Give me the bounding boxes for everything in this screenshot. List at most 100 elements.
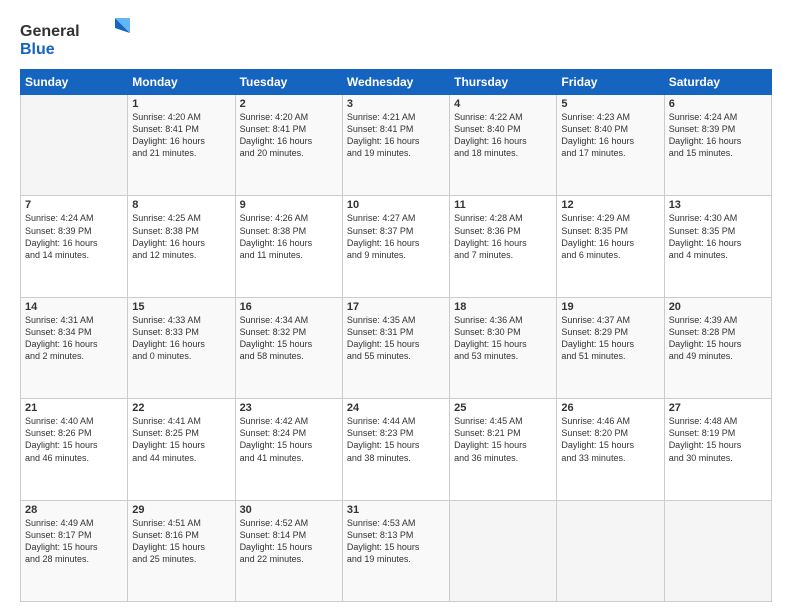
day-number: 29	[132, 504, 230, 516]
calendar-cell: 22Sunrise: 4:41 AMSunset: 8:25 PMDayligh…	[128, 399, 235, 500]
calendar-cell: 29Sunrise: 4:51 AMSunset: 8:16 PMDayligh…	[128, 500, 235, 601]
calendar-cell: 31Sunrise: 4:53 AMSunset: 8:13 PMDayligh…	[342, 500, 449, 601]
calendar-cell: 18Sunrise: 4:36 AMSunset: 8:30 PMDayligh…	[450, 297, 557, 398]
day-number: 2	[240, 98, 338, 110]
day-number: 24	[347, 402, 445, 414]
day-info: Sunrise: 4:53 AMSunset: 8:13 PMDaylight:…	[347, 517, 445, 566]
day-info: Sunrise: 4:30 AMSunset: 8:35 PMDaylight:…	[669, 212, 767, 261]
day-number: 11	[454, 199, 552, 211]
logo: General Blue	[20, 16, 130, 61]
calendar-cell: 2Sunrise: 4:20 AMSunset: 8:41 PMDaylight…	[235, 95, 342, 196]
day-number: 28	[25, 504, 123, 516]
weekday-header-row: SundayMondayTuesdayWednesdayThursdayFrid…	[21, 70, 772, 95]
day-info: Sunrise: 4:21 AMSunset: 8:41 PMDaylight:…	[347, 111, 445, 160]
day-info: Sunrise: 4:35 AMSunset: 8:31 PMDaylight:…	[347, 314, 445, 363]
calendar-cell: 14Sunrise: 4:31 AMSunset: 8:34 PMDayligh…	[21, 297, 128, 398]
calendar-cell: 7Sunrise: 4:24 AMSunset: 8:39 PMDaylight…	[21, 196, 128, 297]
day-info: Sunrise: 4:27 AMSunset: 8:37 PMDaylight:…	[347, 212, 445, 261]
calendar-cell: 6Sunrise: 4:24 AMSunset: 8:39 PMDaylight…	[664, 95, 771, 196]
day-info: Sunrise: 4:24 AMSunset: 8:39 PMDaylight:…	[669, 111, 767, 160]
day-info: Sunrise: 4:31 AMSunset: 8:34 PMDaylight:…	[25, 314, 123, 363]
calendar-cell: 19Sunrise: 4:37 AMSunset: 8:29 PMDayligh…	[557, 297, 664, 398]
calendar-cell: 8Sunrise: 4:25 AMSunset: 8:38 PMDaylight…	[128, 196, 235, 297]
day-info: Sunrise: 4:28 AMSunset: 8:36 PMDaylight:…	[454, 212, 552, 261]
week-row-3: 14Sunrise: 4:31 AMSunset: 8:34 PMDayligh…	[21, 297, 772, 398]
day-number: 16	[240, 301, 338, 313]
calendar-cell: 30Sunrise: 4:52 AMSunset: 8:14 PMDayligh…	[235, 500, 342, 601]
day-info: Sunrise: 4:29 AMSunset: 8:35 PMDaylight:…	[561, 212, 659, 261]
calendar-cell: 28Sunrise: 4:49 AMSunset: 8:17 PMDayligh…	[21, 500, 128, 601]
day-info: Sunrise: 4:25 AMSunset: 8:38 PMDaylight:…	[132, 212, 230, 261]
day-info: Sunrise: 4:34 AMSunset: 8:32 PMDaylight:…	[240, 314, 338, 363]
calendar-cell: 17Sunrise: 4:35 AMSunset: 8:31 PMDayligh…	[342, 297, 449, 398]
week-row-5: 28Sunrise: 4:49 AMSunset: 8:17 PMDayligh…	[21, 500, 772, 601]
day-info: Sunrise: 4:39 AMSunset: 8:28 PMDaylight:…	[669, 314, 767, 363]
day-number: 6	[669, 98, 767, 110]
day-info: Sunrise: 4:20 AMSunset: 8:41 PMDaylight:…	[240, 111, 338, 160]
day-number: 18	[454, 301, 552, 313]
week-row-4: 21Sunrise: 4:40 AMSunset: 8:26 PMDayligh…	[21, 399, 772, 500]
weekday-header-sunday: Sunday	[21, 70, 128, 95]
day-info: Sunrise: 4:49 AMSunset: 8:17 PMDaylight:…	[25, 517, 123, 566]
day-info: Sunrise: 4:33 AMSunset: 8:33 PMDaylight:…	[132, 314, 230, 363]
day-number: 10	[347, 199, 445, 211]
calendar-cell: 15Sunrise: 4:33 AMSunset: 8:33 PMDayligh…	[128, 297, 235, 398]
header: General Blue	[20, 16, 772, 61]
day-info: Sunrise: 4:24 AMSunset: 8:39 PMDaylight:…	[25, 212, 123, 261]
day-info: Sunrise: 4:26 AMSunset: 8:38 PMDaylight:…	[240, 212, 338, 261]
day-number: 20	[669, 301, 767, 313]
day-number: 17	[347, 301, 445, 313]
weekday-header-thursday: Thursday	[450, 70, 557, 95]
calendar-cell	[21, 95, 128, 196]
calendar-cell: 26Sunrise: 4:46 AMSunset: 8:20 PMDayligh…	[557, 399, 664, 500]
day-number: 5	[561, 98, 659, 110]
day-info: Sunrise: 4:45 AMSunset: 8:21 PMDaylight:…	[454, 415, 552, 464]
day-number: 9	[240, 199, 338, 211]
calendar-cell: 16Sunrise: 4:34 AMSunset: 8:32 PMDayligh…	[235, 297, 342, 398]
calendar-cell: 27Sunrise: 4:48 AMSunset: 8:19 PMDayligh…	[664, 399, 771, 500]
day-number: 13	[669, 199, 767, 211]
day-number: 3	[347, 98, 445, 110]
week-row-2: 7Sunrise: 4:24 AMSunset: 8:39 PMDaylight…	[21, 196, 772, 297]
day-number: 27	[669, 402, 767, 414]
svg-text:General: General	[20, 23, 80, 40]
calendar-cell: 24Sunrise: 4:44 AMSunset: 8:23 PMDayligh…	[342, 399, 449, 500]
day-info: Sunrise: 4:22 AMSunset: 8:40 PMDaylight:…	[454, 111, 552, 160]
day-number: 15	[132, 301, 230, 313]
calendar-table: SundayMondayTuesdayWednesdayThursdayFrid…	[20, 69, 772, 602]
day-number: 12	[561, 199, 659, 211]
calendar-cell: 20Sunrise: 4:39 AMSunset: 8:28 PMDayligh…	[664, 297, 771, 398]
calendar-cell: 23Sunrise: 4:42 AMSunset: 8:24 PMDayligh…	[235, 399, 342, 500]
day-info: Sunrise: 4:52 AMSunset: 8:14 PMDaylight:…	[240, 517, 338, 566]
day-info: Sunrise: 4:42 AMSunset: 8:24 PMDaylight:…	[240, 415, 338, 464]
day-info: Sunrise: 4:23 AMSunset: 8:40 PMDaylight:…	[561, 111, 659, 160]
svg-text:Blue: Blue	[20, 41, 55, 58]
day-info: Sunrise: 4:41 AMSunset: 8:25 PMDaylight:…	[132, 415, 230, 464]
weekday-header-monday: Monday	[128, 70, 235, 95]
weekday-header-tuesday: Tuesday	[235, 70, 342, 95]
weekday-header-friday: Friday	[557, 70, 664, 95]
day-info: Sunrise: 4:36 AMSunset: 8:30 PMDaylight:…	[454, 314, 552, 363]
calendar-cell: 9Sunrise: 4:26 AMSunset: 8:38 PMDaylight…	[235, 196, 342, 297]
day-number: 31	[347, 504, 445, 516]
calendar-cell: 21Sunrise: 4:40 AMSunset: 8:26 PMDayligh…	[21, 399, 128, 500]
general-blue-logo: General Blue	[20, 16, 130, 61]
calendar-cell	[450, 500, 557, 601]
weekday-header-saturday: Saturday	[664, 70, 771, 95]
calendar-cell: 1Sunrise: 4:20 AMSunset: 8:41 PMDaylight…	[128, 95, 235, 196]
day-number: 22	[132, 402, 230, 414]
calendar-cell: 10Sunrise: 4:27 AMSunset: 8:37 PMDayligh…	[342, 196, 449, 297]
day-number: 4	[454, 98, 552, 110]
week-row-1: 1Sunrise: 4:20 AMSunset: 8:41 PMDaylight…	[21, 95, 772, 196]
calendar-cell: 25Sunrise: 4:45 AMSunset: 8:21 PMDayligh…	[450, 399, 557, 500]
day-info: Sunrise: 4:51 AMSunset: 8:16 PMDaylight:…	[132, 517, 230, 566]
day-info: Sunrise: 4:44 AMSunset: 8:23 PMDaylight:…	[347, 415, 445, 464]
page: General Blue SundayMondayTuesdayWednesda…	[0, 0, 792, 612]
day-info: Sunrise: 4:40 AMSunset: 8:26 PMDaylight:…	[25, 415, 123, 464]
day-number: 25	[454, 402, 552, 414]
day-number: 23	[240, 402, 338, 414]
day-number: 7	[25, 199, 123, 211]
day-info: Sunrise: 4:46 AMSunset: 8:20 PMDaylight:…	[561, 415, 659, 464]
day-info: Sunrise: 4:37 AMSunset: 8:29 PMDaylight:…	[561, 314, 659, 363]
calendar-cell: 13Sunrise: 4:30 AMSunset: 8:35 PMDayligh…	[664, 196, 771, 297]
